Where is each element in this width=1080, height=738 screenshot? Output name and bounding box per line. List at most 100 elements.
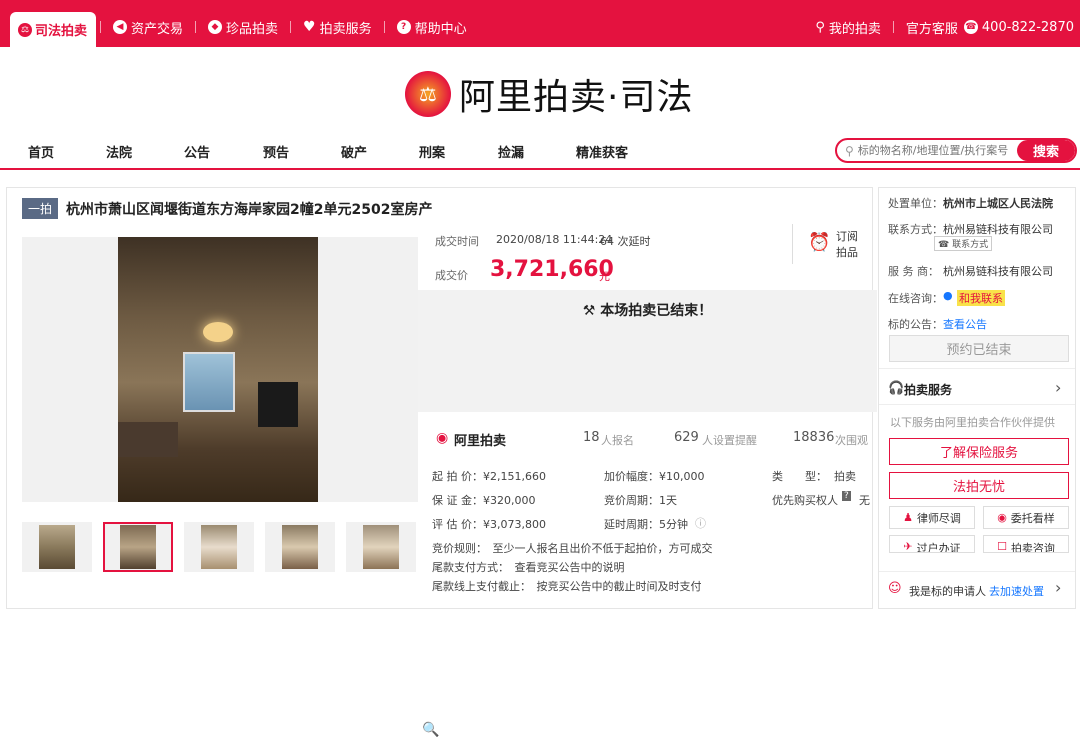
- top-bar: ⚖ 司法拍卖 ◀ 资产交易 ◆ 珍品拍卖 ♥ 拍卖服务 ? 帮助中心 ⚲ 我的拍卖 官方…: [0, 0, 1080, 47]
- chat-icon: ●: [943, 289, 953, 302]
- nav-bargain[interactable]: 捡漏: [498, 142, 524, 161]
- payment-method: 尾款支付方式： 查看竞买公告中的说明: [432, 561, 625, 574]
- speed-up-link[interactable]: 去加速处置: [989, 583, 1044, 599]
- delay-period: 延时周期：5分钟: [604, 518, 688, 531]
- consult-label: 拍卖咨询: [1010, 542, 1055, 553]
- info-icon[interactable]: ⓘ: [695, 515, 706, 531]
- lawyer-button[interactable]: ♟ 律师尽调: [889, 506, 975, 529]
- court-sidebar: 处置单位： 杭州市上城区人民法院 联系方式： 杭州易链科技有限公司 ☎ 联系方式…: [878, 187, 1076, 609]
- priority-value: 无: [859, 494, 870, 507]
- nav-home[interactable]: 首页: [28, 142, 54, 161]
- phone-icon: ☎: [963, 20, 978, 34]
- nav-asset-trade[interactable]: ◀ 资产交易: [113, 18, 183, 37]
- contact-label: 联系方式：: [888, 223, 943, 236]
- subscribe-link[interactable]: 订阅: [836, 228, 858, 244]
- search-input[interactable]: [853, 140, 1017, 161]
- view-label: 次围观: [835, 434, 868, 447]
- nav-auction-service[interactable]: ♥ 拍卖服务: [303, 18, 372, 37]
- applicant-label: 我是标的申请人: [909, 585, 986, 598]
- thumbnail[interactable]: [22, 522, 92, 572]
- user-icon: ⚲: [815, 19, 825, 35]
- thumbnail[interactable]: [346, 522, 416, 572]
- auction-ended-box: ⚒ 本场拍卖已结束！: [418, 290, 877, 412]
- consult-icon: ☐: [997, 540, 1007, 553]
- chevron-right-icon[interactable]: ›: [1055, 578, 1061, 597]
- my-auction-link[interactable]: 我的拍卖: [829, 18, 881, 37]
- nav-preview[interactable]: 预告: [263, 142, 289, 161]
- bid-increment: 加价幅度：¥10,000: [604, 470, 705, 483]
- search-icon: ⚲: [845, 143, 854, 158]
- contact-tag[interactable]: ☎ 联系方式: [934, 236, 993, 251]
- transfer-icon: ✈: [903, 540, 913, 553]
- divider: [879, 404, 1075, 405]
- entrust-button[interactable]: ◉ 委托看样: [983, 506, 1069, 529]
- heart-icon: ♥: [303, 19, 316, 35]
- final-price: 3,721,660: [490, 257, 614, 282]
- chevron-right-icon[interactable]: ›: [1055, 378, 1061, 397]
- divider: [879, 571, 1075, 572]
- transfer-button[interactable]: ✈ 过户办证: [889, 535, 975, 553]
- site-logo[interactable]: ⚖ 阿里拍卖·司法: [405, 68, 693, 120]
- nav-criminal[interactable]: 刑案: [419, 142, 445, 161]
- notice-label: 标的公告：: [888, 318, 943, 331]
- zoom-icon[interactable]: 🔍: [422, 722, 439, 738]
- provider: 杭州易链科技有限公司: [943, 265, 1053, 278]
- signup-count: 18: [583, 430, 600, 445]
- price-unit: 元: [599, 270, 610, 283]
- online-label: 在线咨询：: [888, 292, 943, 305]
- separator: [383, 21, 385, 33]
- customer-service-link[interactable]: 官方客服: [906, 18, 958, 37]
- start-price: 起 拍 价：¥2,151,660: [432, 470, 546, 483]
- subscribe-link-item[interactable]: 拍品: [836, 244, 858, 260]
- headset-icon: 🎧: [888, 381, 905, 396]
- consult-button[interactable]: ☐ 拍卖咨询: [983, 535, 1069, 553]
- main-image[interactable]: 🔍: [22, 237, 439, 738]
- divider: [792, 224, 793, 264]
- question-icon[interactable]: ?: [842, 491, 851, 501]
- signup-label: 人报名: [601, 434, 634, 447]
- tab-judicial-auction[interactable]: ⚖ 司法拍卖: [10, 12, 96, 47]
- contact-company: 杭州易链科技有限公司: [943, 223, 1053, 236]
- nav-help-center[interactable]: ? 帮助中心: [396, 18, 467, 37]
- nav-precise-leads[interactable]: 精准获客: [576, 142, 628, 161]
- bid-period: 竞价周期：1天: [604, 494, 677, 507]
- nav-announcement[interactable]: 公告: [184, 142, 210, 161]
- thumbnail[interactable]: [265, 522, 335, 572]
- unit-label: 处置单位：: [888, 197, 943, 210]
- view-notice-link[interactable]: 查看公告: [943, 316, 987, 332]
- nav-treasure-auction[interactable]: ◆ 珍品拍卖: [208, 18, 278, 37]
- nav-label: 资产交易: [131, 21, 184, 37]
- search-button[interactable]: 搜索: [1017, 140, 1075, 161]
- applicant-icon: ☺: [888, 581, 902, 596]
- view-count: 18836: [793, 430, 835, 445]
- brand-label: 阿里拍卖: [454, 434, 507, 449]
- nav-bankruptcy[interactable]: 破产: [341, 142, 367, 161]
- nav-court[interactable]: 法院: [106, 142, 132, 161]
- insurance-button[interactable]: 了解保险服务: [889, 438, 1069, 465]
- divider: [879, 368, 1075, 369]
- thumbnail-selected[interactable]: [103, 522, 173, 572]
- item-title: 杭州市萧山区闻堰街道东方海岸家园2幢2单元2502室房产: [66, 201, 433, 218]
- court-name[interactable]: 杭州市上城区人民法院: [943, 195, 1053, 211]
- transfer-label: 过户办证: [916, 542, 961, 553]
- asset-icon: ◀: [113, 20, 127, 34]
- type-label: 类 型：: [772, 470, 827, 483]
- contact-me-button[interactable]: 和我联系: [957, 290, 1005, 306]
- logo-text: 阿里拍卖·司法: [459, 77, 694, 118]
- treasure-icon: ◆: [208, 20, 223, 34]
- service-title: 拍卖服务: [904, 383, 953, 397]
- ended-text: 本场拍卖已结束！: [600, 303, 713, 319]
- court-emblem-icon: ⚖: [405, 71, 451, 117]
- separator: [100, 21, 101, 33]
- entrust-label: 委托看样: [1010, 511, 1055, 525]
- search-box: ⚲ 搜索: [835, 138, 1077, 163]
- nav-label: 拍卖服务: [319, 21, 372, 37]
- thumbnail[interactable]: [184, 522, 254, 572]
- bid-rule: 竞价规则： 至少一人报名且出价不低于起拍价，方可成交: [432, 542, 713, 555]
- tab-label: 司法拍卖: [35, 24, 88, 39]
- separator: [195, 21, 197, 33]
- item-title-line: 一拍 杭州市萧山区闻堰街道东方海岸家园2幢2单元2502室房产: [22, 198, 432, 219]
- worry-free-button[interactable]: 法拍无忧: [889, 472, 1069, 499]
- provider-label: 服 务 商：: [888, 265, 939, 278]
- alarm-clock-icon[interactable]: ⏰: [808, 232, 830, 253]
